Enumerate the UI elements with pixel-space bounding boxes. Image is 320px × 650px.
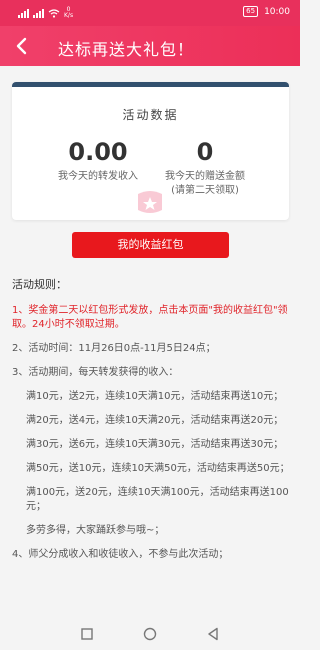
rule-tier: 满10元，送2元，连续10天满10元，活动结束再送10元； [26, 391, 284, 402]
rule-note: 多劳多得，大家踊跃参与哦~； [26, 525, 165, 536]
status-right: 65 10:00 [243, 6, 290, 17]
activity-data-card: 活动数据 0.00 我今天的转发收入 0 我今天的赠送金额 (请第二天领取) [12, 82, 289, 220]
recent-apps-button[interactable] [79, 626, 95, 642]
system-navigation-bar [0, 618, 300, 650]
net-speed: 0 K/s [64, 7, 73, 19]
activity-rules: 活动规则： 1、奖金第二天以红包形式发放，点击本页面"我的收益红包"领取。24小… [12, 278, 292, 572]
forward-income-value: 0.00 [68, 138, 128, 166]
red-envelope-watermark-icon [138, 191, 162, 213]
rule-item: 2、活动时间：11月26日0点-11月5日24点； [12, 343, 216, 354]
home-button[interactable] [142, 626, 158, 642]
gift-amount-stat: 0 我今天的赠送金额 (请第二天领取) [155, 138, 255, 198]
circle-nav-icon [143, 627, 157, 641]
rule-tier: 满20元，送4元，连续10天满20元，活动结束再送20元； [26, 415, 284, 426]
gift-amount-label: 我今天的赠送金额 [165, 171, 245, 182]
back-nav-button[interactable] [205, 626, 221, 642]
rule-tier: 满100元，送20元，连续10天满100元，活动结束再送100元； [26, 487, 289, 512]
signal-icon [18, 8, 29, 18]
net-speed-unit: K/s [64, 12, 74, 19]
page-title: 达标再送大礼包！ [58, 40, 195, 59]
forward-income-stat: 0.00 我今天的转发收入 [52, 138, 144, 184]
wifi-icon [48, 8, 60, 18]
rule-item: 4、师父分成收入和收徒收入，不参与此次活动； [12, 549, 229, 560]
clock: 10:00 [264, 6, 290, 17]
forward-income-label: 我今天的转发收入 [58, 171, 138, 182]
battery-indicator: 65 [243, 6, 259, 17]
rule-item: 1、奖金第二天以红包形式发放，点击本页面"我的收益红包"领取。24小时不领取过期… [12, 305, 288, 330]
rules-heading: 活动规则： [12, 278, 67, 291]
card-title: 活动数据 [122, 108, 179, 122]
status-bar: 0 K/s 65 10:00 [0, 0, 300, 26]
triangle-nav-icon [208, 627, 218, 641]
app-header: 达标再送大礼包！ [0, 26, 300, 66]
gift-amount-value: 0 [196, 138, 214, 166]
rule-item: 3、活动期间，每天转发获得的收入： [12, 367, 179, 378]
square-nav-icon [81, 628, 93, 640]
status-left: 0 K/s [18, 7, 73, 19]
signal-icon [33, 8, 44, 18]
card-top-stripe [12, 82, 289, 87]
back-arrow-icon [16, 37, 27, 55]
rule-tier: 满50元，送10元，连续10天满50元，活动结束再送50元； [26, 463, 290, 474]
gift-amount-note: (请第二天领取) [171, 185, 239, 196]
back-button[interactable] [10, 34, 32, 58]
rule-tier: 满30元，送6元，连续10天满30元，活动结束再送30元； [26, 439, 284, 450]
my-earnings-red-envelope-button[interactable]: 我的收益红包 [72, 232, 229, 258]
